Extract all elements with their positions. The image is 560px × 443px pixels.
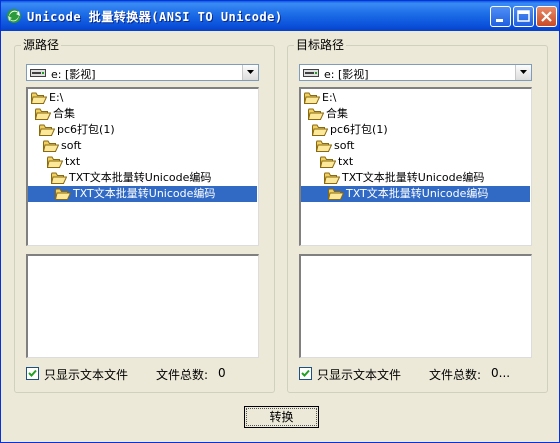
open-folder-icon [43, 140, 59, 152]
chevron-down-icon [520, 70, 527, 74]
dir-item-selected[interactable]: TXT文本批量转Unicode编码 [28, 186, 257, 202]
open-folder-icon [316, 140, 332, 152]
target-path-group: 目标路径 e: [影视] E:\ 合集 pc6打包(1) soft txt TX… [287, 38, 548, 393]
dir-item[interactable]: txt [28, 154, 257, 170]
dir-label: txt [65, 155, 81, 168]
drive-icon [30, 69, 46, 77]
close-button[interactable] [536, 6, 557, 27]
dir-label: soft [61, 139, 82, 152]
dir-item[interactable]: txt [301, 154, 530, 170]
open-folder-icon [31, 92, 47, 104]
dir-label: 合集 [326, 107, 348, 120]
dir-item[interactable]: pc6打包(1) [301, 122, 530, 138]
dir-label: txt [338, 155, 354, 168]
source-directory-tree[interactable]: E:\ 合集 pc6打包(1) soft txt TXT文本批量转Unicode… [26, 87, 259, 246]
dir-item[interactable]: soft [28, 138, 257, 154]
dir-label: E:\ [49, 91, 64, 104]
target-drive-value: e: [影视] [324, 68, 369, 81]
target-group-label: 目标路径 [294, 38, 347, 52]
dir-label: TXT文本批量转Unicode编码 [69, 171, 212, 184]
dir-item[interactable]: 合集 [28, 106, 257, 122]
source-group-label: 源路径 [21, 38, 62, 52]
target-file-count-label: 文件总数: [429, 368, 482, 382]
convert-button[interactable]: 转换 [244, 406, 319, 428]
source-show-text-only-label[interactable]: 只显示文本文件 [44, 366, 128, 383]
open-folder-icon [47, 156, 63, 168]
checkmark-icon [28, 369, 37, 377]
dir-item[interactable]: pc6打包(1) [28, 122, 257, 138]
target-show-text-only-label[interactable]: 只显示文本文件 [317, 366, 401, 383]
minimize-button[interactable] [490, 6, 511, 27]
open-folder-icon [324, 172, 340, 184]
source-file-count-label: 文件总数: [156, 368, 209, 382]
dir-item[interactable]: E:\ [28, 90, 257, 106]
dir-label: 合集 [53, 107, 75, 120]
open-folder-icon [39, 124, 55, 136]
app-icon [7, 9, 21, 23]
open-folder-icon [51, 172, 67, 184]
dir-item[interactable]: 合集 [301, 106, 530, 122]
source-file-count-value: 0 [218, 366, 226, 380]
source-drive-select[interactable]: e: [影视] [26, 64, 259, 81]
dir-label: pc6打包(1) [57, 123, 115, 136]
maximize-icon [517, 10, 530, 22]
dir-label: soft [334, 139, 355, 152]
target-directory-tree[interactable]: E:\ 合集 pc6打包(1) soft txt TXT文本批量转Unicode… [299, 87, 532, 246]
maximize-button[interactable] [513, 6, 534, 27]
source-show-text-only-checkbox[interactable] [26, 367, 39, 380]
dir-label: pc6打包(1) [330, 123, 388, 136]
target-file-list[interactable] [299, 254, 532, 358]
open-folder-icon [304, 92, 320, 104]
main-window: Unicode 批量转换器(ANSI TO Unicode) 源路径 e: [影… [0, 0, 560, 443]
dir-label: TXT文本批量转Unicode编码 [346, 187, 489, 200]
target-show-text-only-checkbox[interactable] [299, 367, 312, 380]
open-folder-icon [320, 156, 336, 168]
dir-label: TXT文本批量转Unicode编码 [73, 187, 216, 200]
dir-item[interactable]: soft [301, 138, 530, 154]
target-drive-dropdown-button[interactable] [515, 65, 531, 80]
close-icon [541, 11, 552, 22]
source-path-group: 源路径 e: [影视] E:\ 合集 pc6打包(1) soft txt TXT… [14, 38, 275, 393]
open-folder-icon [35, 108, 51, 120]
title-bar[interactable]: Unicode 批量转换器(ANSI TO Unicode) [1, 1, 559, 31]
dir-item[interactable]: TXT文本批量转Unicode编码 [301, 170, 530, 186]
chevron-down-icon [247, 70, 254, 74]
minimize-icon [496, 19, 503, 22]
open-folder-icon [328, 188, 344, 200]
dir-item[interactable]: E:\ [301, 90, 530, 106]
open-folder-icon [55, 188, 71, 200]
dir-label: TXT文本批量转Unicode编码 [342, 171, 485, 184]
dir-item[interactable]: TXT文本批量转Unicode编码 [28, 170, 257, 186]
target-drive-select[interactable]: e: [影视] [299, 64, 532, 81]
dir-label: E:\ [322, 91, 337, 104]
drive-icon [303, 69, 319, 77]
open-folder-icon [308, 108, 324, 120]
dir-item-selected[interactable]: TXT文本批量转Unicode编码 [301, 186, 530, 202]
source-file-list[interactable] [26, 254, 259, 358]
source-drive-dropdown-button[interactable] [242, 65, 258, 80]
checkmark-icon [301, 369, 310, 377]
source-drive-value: e: [影视] [51, 68, 96, 81]
window-title: Unicode 批量转换器(ANSI TO Unicode) [27, 10, 283, 24]
open-folder-icon [312, 124, 328, 136]
target-file-count-value: 0... [491, 366, 511, 380]
